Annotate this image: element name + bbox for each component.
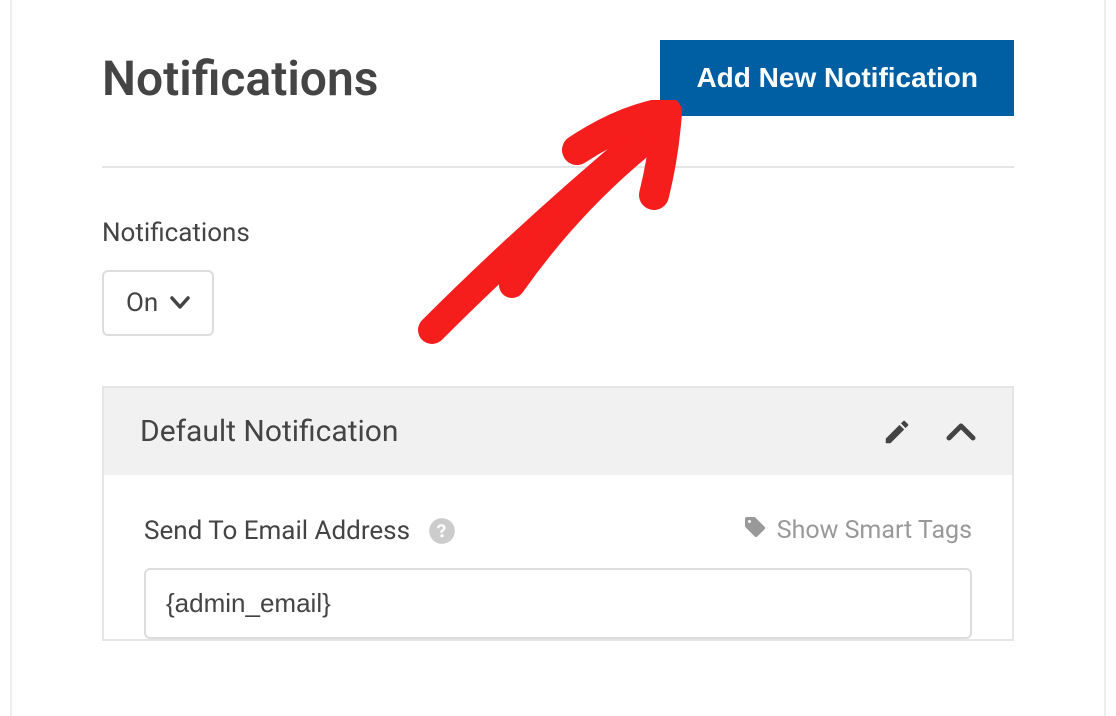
add-new-notification-button[interactable]: Add New Notification	[660, 40, 1014, 116]
chevron-up-icon[interactable]	[946, 422, 976, 442]
help-icon[interactable]	[428, 517, 456, 545]
show-smart-tags-link[interactable]: Show Smart Tags	[743, 515, 972, 546]
notifications-toggle-value: On	[126, 288, 158, 318]
panel-header: Default Notification	[104, 388, 1012, 475]
chevron-down-icon	[170, 296, 190, 310]
show-smart-tags-label: Show Smart Tags	[777, 516, 972, 545]
edit-icon[interactable]	[882, 417, 912, 447]
tag-icon	[743, 515, 767, 546]
panel-body: Send To Email Address Show Smart Tags	[104, 475, 1012, 639]
send-to-email-label: Send To Email Address	[144, 516, 410, 546]
page-title: Notifications	[102, 50, 378, 107]
notifications-toggle-select[interactable]: On	[102, 270, 214, 336]
panel-actions	[882, 417, 976, 447]
send-to-email-input[interactable]	[144, 568, 972, 639]
notification-panel: Default Notification Send To Email Addre…	[102, 386, 1014, 641]
panel-title: Default Notification	[140, 414, 882, 449]
header-row: Notifications Add New Notification	[102, 40, 1014, 168]
notifications-toggle-label: Notifications	[102, 218, 1014, 248]
field-row: Send To Email Address Show Smart Tags	[144, 515, 972, 546]
